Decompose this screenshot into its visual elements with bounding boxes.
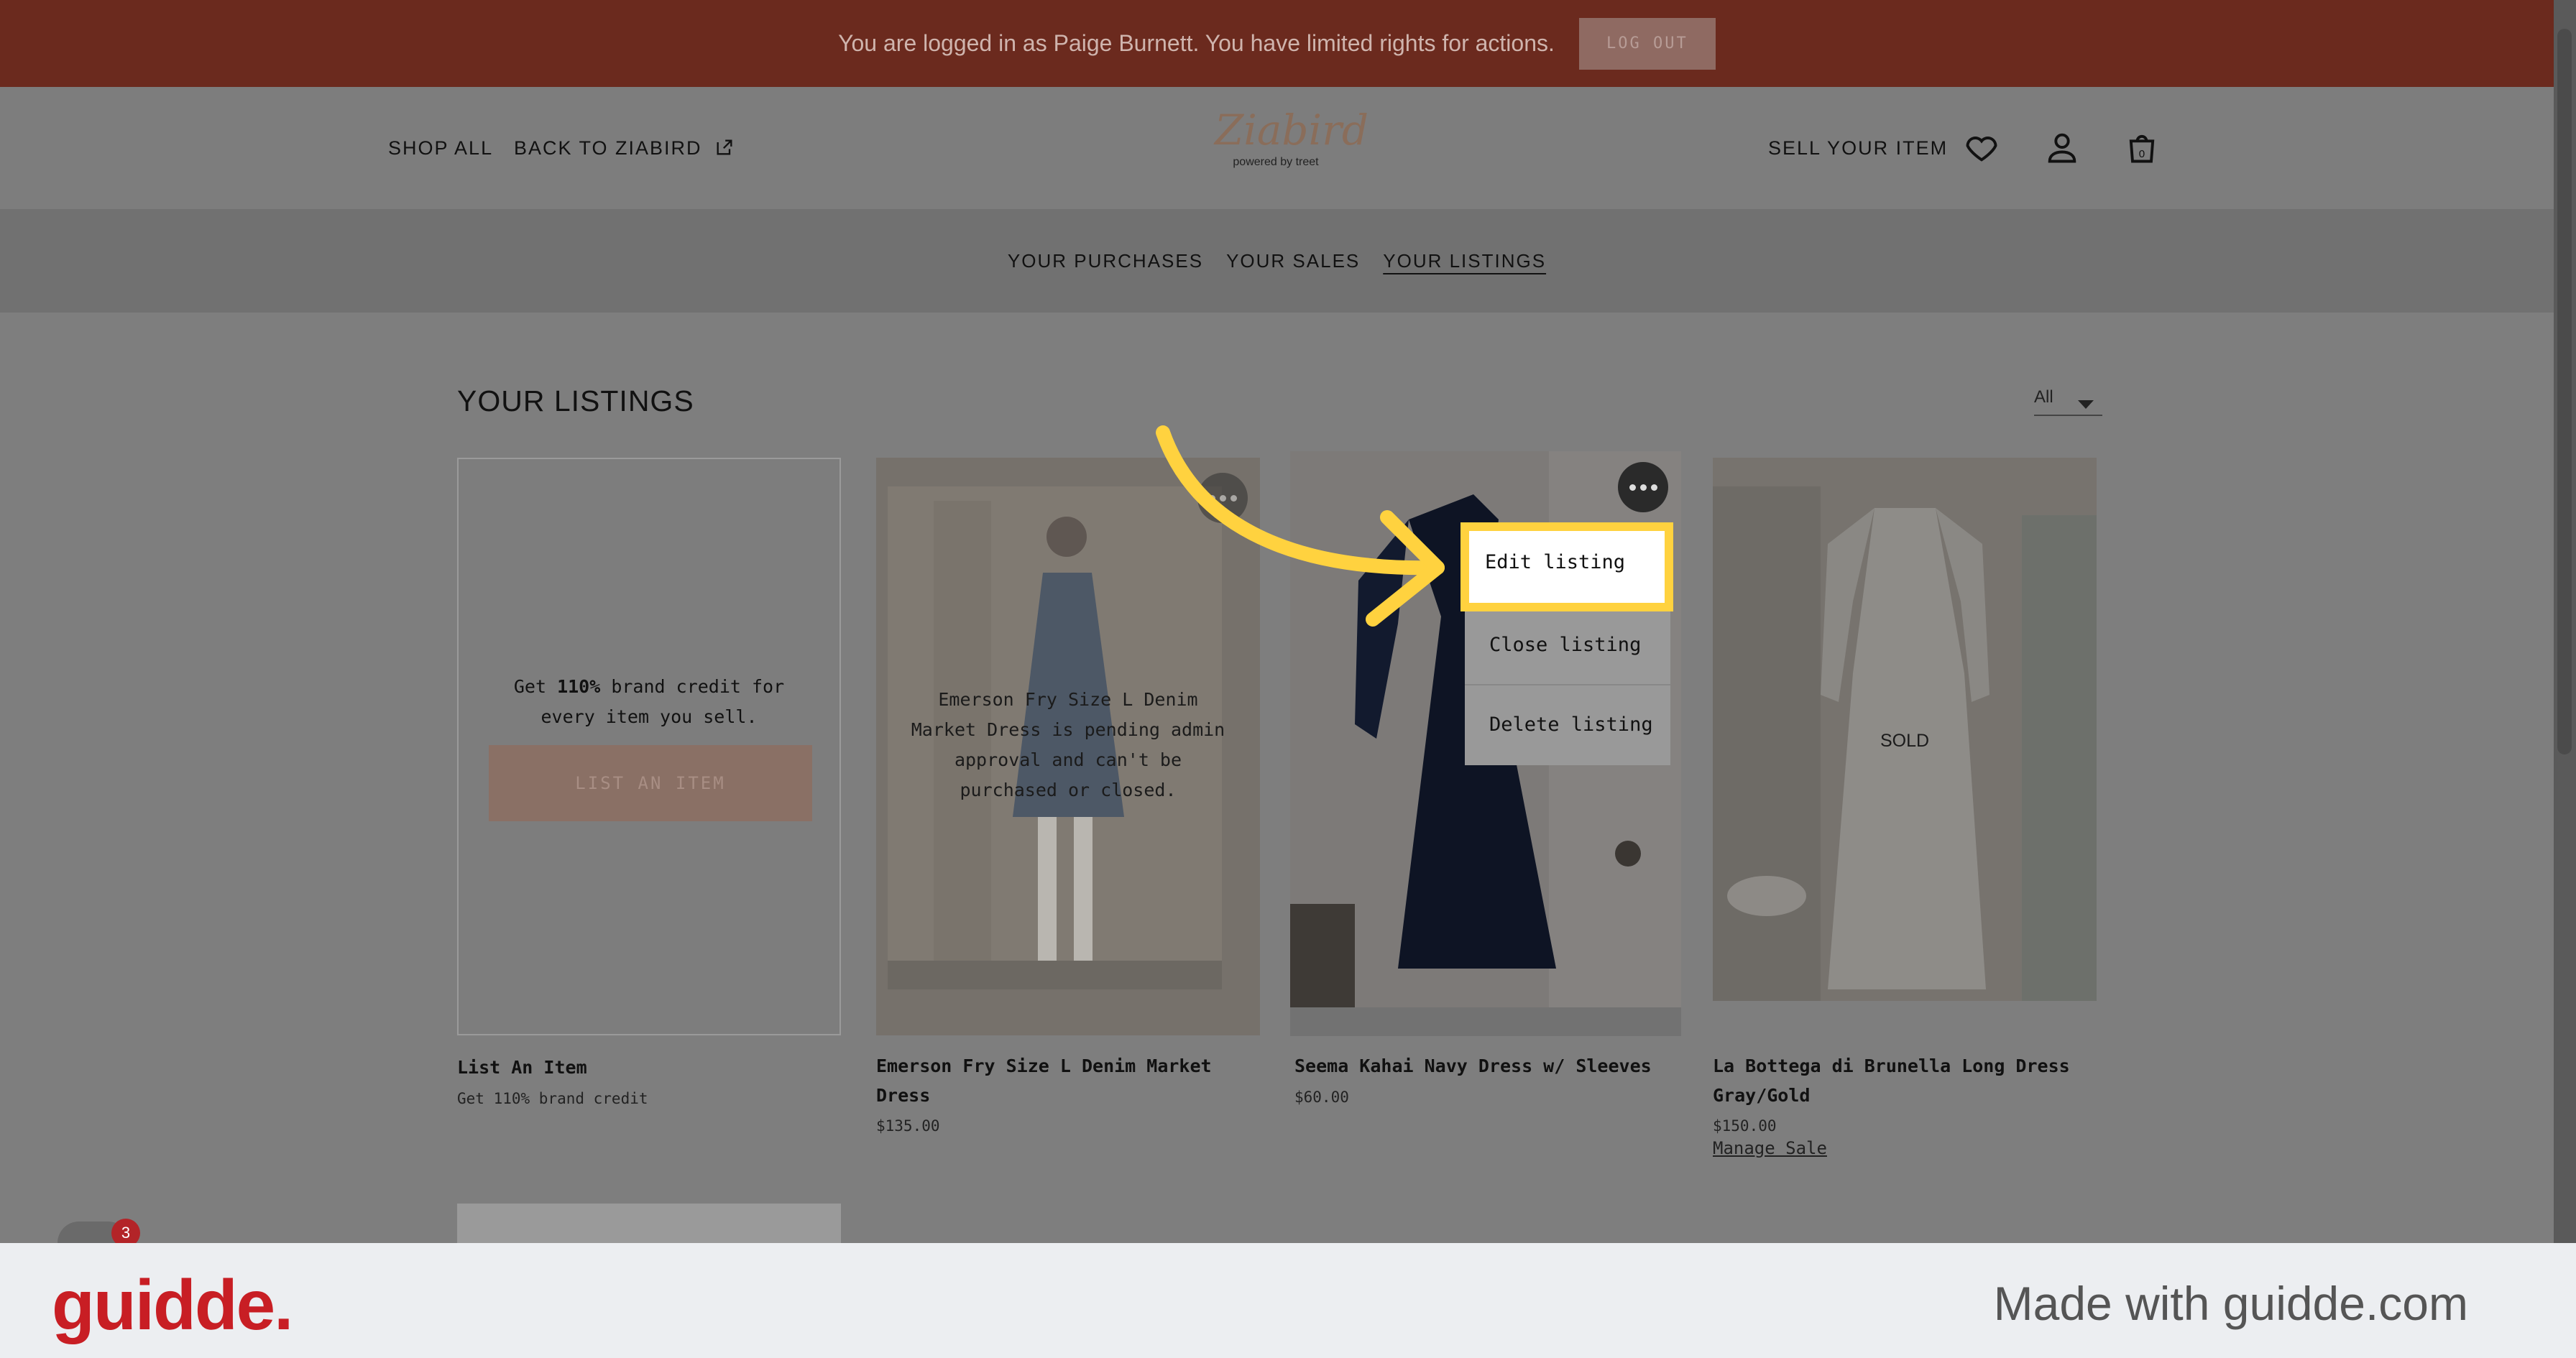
listing-filter-select[interactable]: All: [2034, 387, 2102, 416]
card-title[interactable]: Seema Kahai Navy Dress w/ Sleeves: [1294, 1051, 1683, 1081]
filter-value: All: [2034, 387, 2053, 407]
card-title[interactable]: Emerson Fry Size L Denim Market Dress: [876, 1051, 1260, 1110]
site-header: SHOP ALL BACK TO ZIABIRD Ziabird powered…: [0, 87, 2554, 209]
brand-credit-promo: Get 110% brand credit for every item you…: [513, 676, 785, 727]
logo-script: Ziabird: [1215, 106, 1368, 154]
login-message: You are logged in as Paige Burnett. You …: [838, 30, 1555, 56]
external-link-icon: [717, 139, 732, 155]
edit-listing-label: Edit listing: [1485, 551, 1626, 573]
guidde-logo: guidde.: [52, 1265, 293, 1344]
sell-your-item-link[interactable]: SELL YOUR ITEM: [1768, 137, 1948, 160]
pending-approval-message: Emerson Fry Size L Denim Market Dress is…: [911, 689, 1225, 800]
user-icon[interactable]: [2043, 129, 2081, 166]
listing-card-partial: [457, 1204, 841, 1243]
listing-image: SOLD: [1713, 458, 2097, 1001]
card-price: $60.00: [1294, 1089, 1349, 1106]
guidde-footer: guidde. Made with guidde.com: [0, 1243, 2576, 1358]
account-subnav: YOUR PURCHASES YOUR SALES YOUR LISTINGS: [0, 209, 2554, 313]
listing-menu-button[interactable]: [1618, 462, 1668, 512]
admin-banner: You are logged in as Paige Burnett. You …: [0, 0, 2554, 87]
page-title: YOUR LISTINGS: [457, 384, 694, 417]
card-title[interactable]: List An Item: [457, 1053, 841, 1082]
tab-your-listings[interactable]: YOUR LISTINGS: [1383, 250, 1546, 272]
listing-card-bottega[interactable]: SOLD La Bottega di Brunella Long Dress G…: [1713, 458, 2097, 1158]
cart-count: 0: [2139, 148, 2145, 160]
ziabird-logo[interactable]: Ziabird powered by treet: [1215, 106, 1368, 195]
dress-photo: [1713, 458, 2097, 1001]
card-subtitle: Get 110% brand credit: [457, 1090, 648, 1107]
back-to-ziabird-link[interactable]: BACK TO ZIABIRD: [514, 137, 735, 160]
made-with-text: Made with guidde.com: [1993, 1277, 2468, 1330]
manage-sale-link[interactable]: Manage Sale: [1713, 1138, 1827, 1158]
sold-label: SOLD: [1880, 731, 1930, 751]
menu-item-close[interactable]: Close listing: [1465, 605, 1670, 684]
tab-your-purchases[interactable]: YOUR PURCHASES: [1008, 250, 1203, 272]
menu-item-delete[interactable]: Delete listing: [1465, 684, 1670, 763]
scrollbar-thumb[interactable]: [2557, 29, 2572, 754]
annotation-arrow-icon: [1156, 425, 1445, 627]
back-to-ziabird-label: BACK TO ZIABIRD: [514, 137, 702, 159]
list-an-item-button[interactable]: LIST AN ITEM: [489, 745, 812, 821]
logo-powered-by: powered by treet: [1233, 156, 1319, 168]
logout-button[interactable]: LOG OUT: [1578, 17, 1716, 70]
shop-all-link[interactable]: SHOP ALL: [388, 137, 493, 160]
edit-listing-highlight[interactable]: Edit listing: [1460, 522, 1673, 611]
chevron-down-icon: [2078, 400, 2094, 409]
card-title[interactable]: La Bottega di Brunella Long Dress Gray/G…: [1713, 1051, 2097, 1110]
list-item-card: Get 110% brand credit for every item you…: [457, 458, 841, 1107]
card-price: $150.00: [1713, 1117, 1777, 1135]
tab-your-sales[interactable]: YOUR SALES: [1226, 250, 1360, 272]
card-price: $135.00: [876, 1117, 940, 1135]
list-item-panel: Get 110% brand credit for every item you…: [457, 458, 841, 1035]
heart-icon[interactable]: [1963, 129, 2000, 166]
cart-icon[interactable]: 0: [2123, 129, 2161, 166]
